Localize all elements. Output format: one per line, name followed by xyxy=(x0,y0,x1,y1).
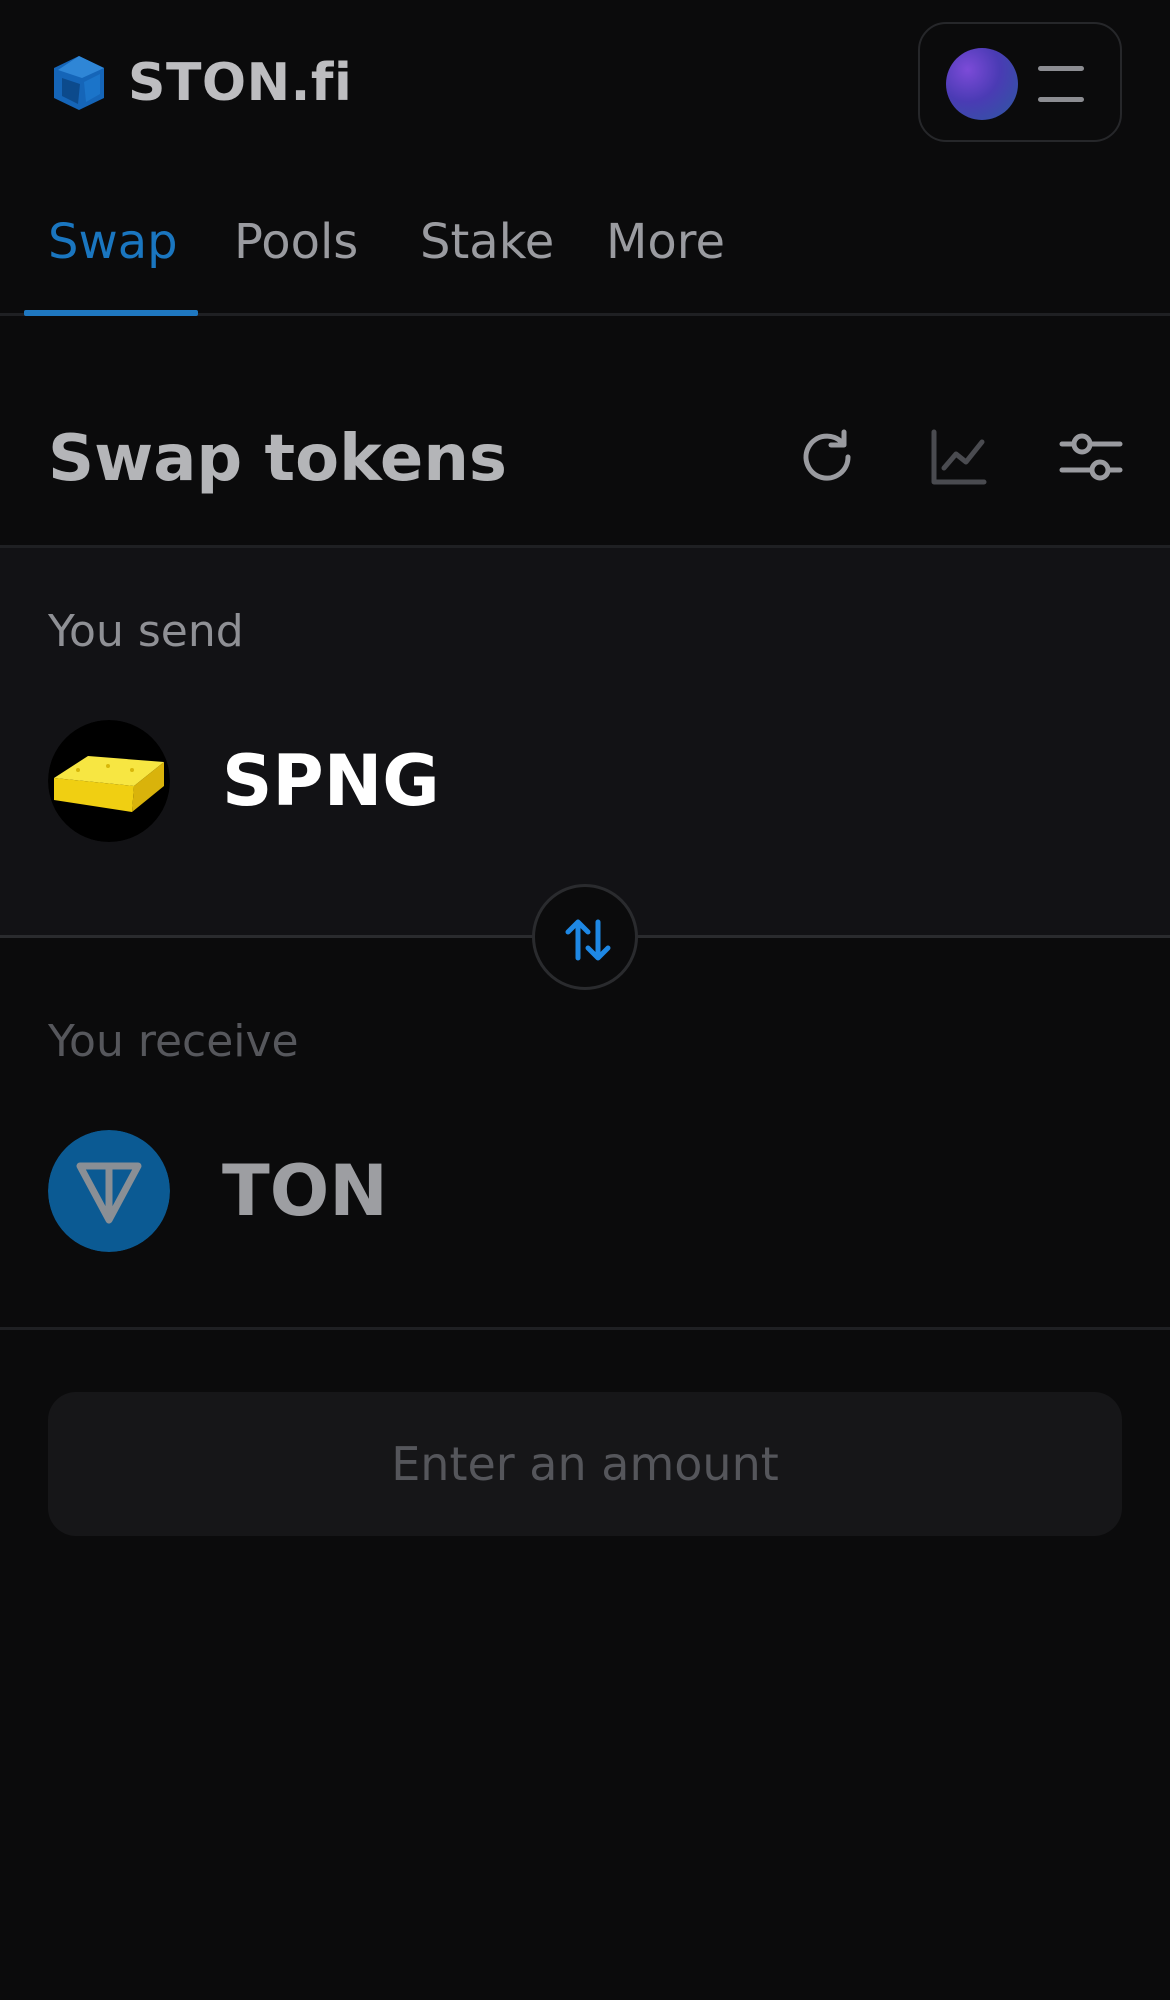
ston-logo-icon xyxy=(54,56,104,110)
refresh-icon xyxy=(803,429,851,481)
tab-swap[interactable]: Swap xyxy=(48,214,178,270)
main-tabs: Swap Pools Stake More xyxy=(0,190,1170,316)
ton-token-icon xyxy=(48,1130,170,1252)
account-menu-button[interactable] xyxy=(918,22,1122,142)
tab-stake[interactable]: Stake xyxy=(420,214,554,270)
wallet-avatar xyxy=(946,48,1018,120)
send-token-symbol: SPNG xyxy=(222,740,440,822)
send-label: You send xyxy=(48,606,244,657)
app-root: STON.fi Swap Pools Stake More Swap token… xyxy=(0,0,1170,2000)
swap-header: Swap tokens xyxy=(0,400,1170,548)
enter-amount-button[interactable]: Enter an amount xyxy=(48,1392,1122,1536)
refresh-button[interactable] xyxy=(794,424,860,490)
sponge-token-icon xyxy=(48,720,170,842)
settings-sliders-icon xyxy=(1059,433,1123,481)
hamburger-icon xyxy=(1038,66,1084,102)
top-header: STON.fi xyxy=(0,0,1170,168)
send-panel[interactable]: You send SPNG xyxy=(0,548,1170,938)
receive-token-symbol: TON xyxy=(222,1150,388,1232)
page-title: Swap tokens xyxy=(48,422,507,496)
chart-icon xyxy=(931,429,987,485)
receive-token-selector[interactable]: TON xyxy=(48,1130,388,1252)
receive-label: You receive xyxy=(48,1016,299,1067)
brand-name: STON.fi xyxy=(128,53,353,113)
tab-more[interactable]: More xyxy=(606,214,725,270)
chart-button[interactable] xyxy=(926,424,992,490)
settings-button[interactable] xyxy=(1058,424,1124,490)
tab-pools[interactable]: Pools xyxy=(234,214,358,270)
send-token-selector[interactable]: SPNG xyxy=(48,720,440,842)
active-tab-indicator xyxy=(24,310,198,316)
brand-logo[interactable]: STON.fi xyxy=(48,52,352,114)
receive-panel[interactable]: You receive TON xyxy=(0,938,1170,1330)
